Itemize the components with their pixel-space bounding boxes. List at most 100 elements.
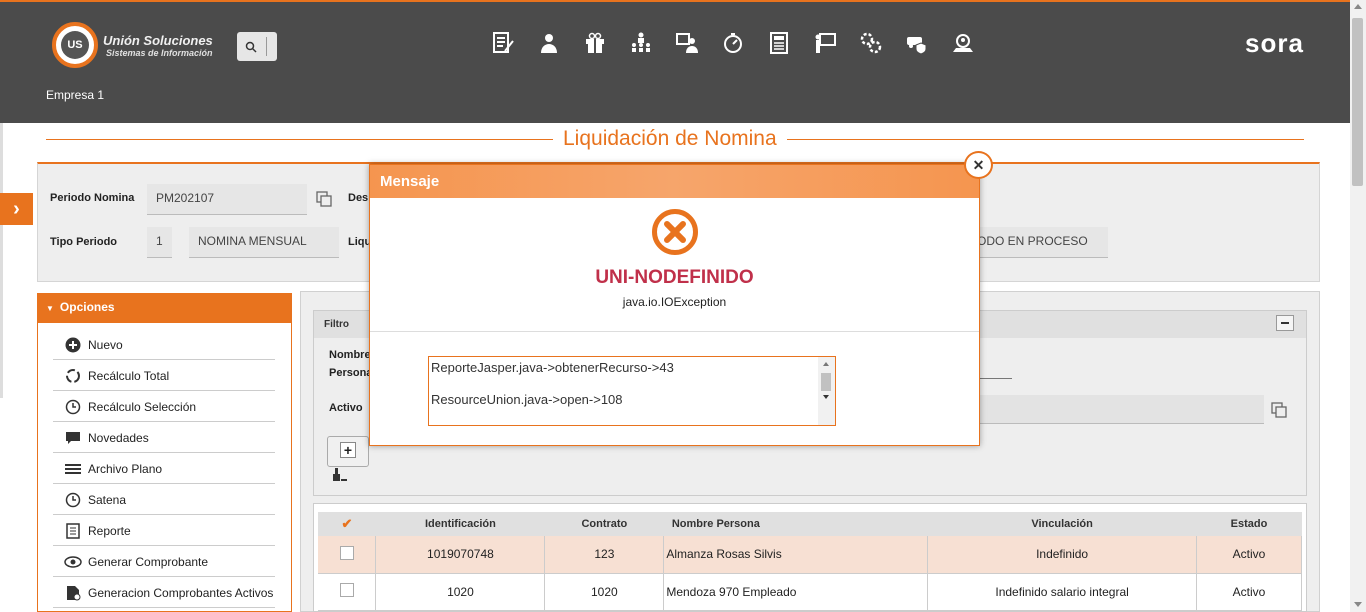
sidebar-toggle-button[interactable]: › [0, 193, 33, 225]
trace-line: ResourceUnion.java->open->108 [431, 392, 623, 407]
close-icon: ✕ [972, 156, 985, 173]
cell-nombre: Almanza Rosas Silvis [663, 536, 929, 574]
activo-select[interactable] [954, 395, 1264, 424]
cell-contrato: 1020 [544, 573, 665, 611]
modal-header: Mensaje [370, 165, 979, 198]
tipo-code-field[interactable]: 1 [147, 227, 172, 258]
error-code: UNI-NODEFINIDO [595, 267, 754, 288]
eye-icon [64, 553, 82, 571]
periodo-label: Periodo Nomina [50, 192, 135, 204]
tipo-periodo-label: Tipo Periodo [50, 236, 118, 248]
gift-icon[interactable] [580, 29, 609, 57]
cell-vinculacion: Indefinido salario integral [927, 573, 1198, 611]
error-modal: Mensaje UNI-NODEFINIDO java.io.IOExcepti… [369, 164, 980, 446]
timer-icon[interactable] [718, 29, 747, 57]
cell-nombre: Mendoza 970 Empleado [663, 573, 929, 611]
col-estado[interactable]: Estado [1196, 512, 1302, 536]
option-recalculo-total[interactable]: Recálculo Total [53, 361, 275, 391]
trace-scrollbar[interactable] [818, 357, 835, 425]
options-panel: ▼ Opciones Nuevo Recálculo Total Recálcul… [37, 293, 292, 612]
option-label: Reporte [88, 523, 131, 538]
sora-logo: sora [1245, 28, 1304, 58]
options-header-label: Opciones [59, 300, 115, 314]
filter-header-label: Filtro [324, 319, 349, 330]
lookup-icon[interactable] [1271, 402, 1287, 418]
option-novedades[interactable]: Novedades [53, 423, 275, 453]
scroll-up-arrow-icon[interactable] [1354, 4, 1362, 9]
periodo-field[interactable]: PM202107 [147, 184, 307, 215]
error-x-icon [652, 209, 698, 255]
cell-estado: Activo [1196, 536, 1302, 574]
clock-icon [64, 491, 82, 509]
table-header-row: ✔ Identificación Contrato Nombre Persona… [318, 512, 1302, 536]
cell-contrato: 123 [544, 536, 665, 574]
option-label: Generar Comprobante [88, 554, 209, 569]
option-reporte[interactable]: Reporte [53, 516, 275, 546]
refresh-icon [64, 367, 82, 385]
gears-icon[interactable] [856, 29, 885, 57]
results-table: ✔ Identificación Contrato Nombre Persona… [318, 512, 1302, 611]
document-gear-icon [64, 584, 82, 602]
close-modal-button[interactable]: ✕ [964, 151, 993, 179]
chevron-right-icon: › [13, 197, 20, 220]
module-menu [488, 29, 977, 57]
option-recalculo-seleccion[interactable]: Recálculo Selección [53, 392, 275, 422]
list-icon [64, 460, 82, 478]
option-nuevo[interactable]: Nuevo [53, 330, 275, 360]
plus-icon: + [340, 442, 356, 458]
option-generacion-comprobantes-activos[interactable]: Generacion Comprobantes Activos [53, 578, 275, 608]
option-label: Recálculo Selección [88, 399, 197, 414]
activo-label: Activo [329, 402, 363, 414]
nombre-label: Nombre [329, 349, 371, 361]
option-label: Archivo Plano [88, 461, 163, 476]
document-edit-icon[interactable] [488, 29, 517, 57]
scroll-down-arrow-icon[interactable] [1354, 602, 1362, 607]
option-satena[interactable]: Satena [53, 485, 275, 515]
col-identificacion[interactable]: Identificación [375, 512, 545, 536]
table-row[interactable]: 1019070748 123 Almanza Rosas Silvis Inde… [318, 536, 1302, 574]
table-row[interactable]: 1020 1020 Mendoza 970 Empleado Indefinid… [318, 573, 1302, 611]
col-nombre-persona[interactable]: Nombre Persona [663, 512, 928, 536]
select-all-check[interactable]: ✔ [318, 512, 376, 536]
report-icon [64, 522, 82, 540]
user-icon[interactable] [534, 29, 563, 57]
option-label: Nuevo [88, 337, 123, 352]
empresa-label[interactable]: Empresa 1 [46, 88, 104, 102]
row-checkbox[interactable] [318, 573, 377, 611]
comment-icon [64, 429, 82, 447]
option-label: Novedades [88, 430, 149, 445]
report-icon[interactable] [764, 29, 793, 57]
org-chart-icon[interactable] [626, 29, 655, 57]
col-vinculacion[interactable]: Vinculación [927, 512, 1197, 536]
option-generar-comprobante[interactable]: Generar Comprobante [53, 547, 275, 577]
cell-estado: Activo [1196, 573, 1302, 611]
lookup-icon[interactable] [316, 191, 332, 207]
collapse-button[interactable] [1276, 315, 1294, 331]
union-soluciones-logo[interactable]: US [52, 22, 98, 68]
descripcion-label: Des [348, 192, 369, 204]
row-checkbox[interactable] [318, 536, 377, 574]
caret-down-icon: ▼ [46, 304, 54, 313]
add-filter-button[interactable]: + [327, 436, 369, 467]
modal-divider [370, 331, 979, 332]
scrollbar-thumb[interactable] [1352, 18, 1363, 186]
filter-clear-icon[interactable] [333, 468, 347, 482]
presenter-icon[interactable] [810, 29, 839, 57]
option-archivo-plano[interactable]: Archivo Plano [53, 454, 275, 484]
search-icon [245, 41, 257, 53]
search-user-icon[interactable] [948, 29, 977, 57]
col-contrato[interactable]: Contrato [544, 512, 664, 536]
estado-field[interactable]: ODO EN PROCESO [968, 227, 1108, 258]
person-board-icon[interactable] [672, 29, 701, 57]
trace-line: ReporteJasper.java->obtenerRecurso->43 [431, 360, 674, 375]
brand-name: Unión Soluciones [103, 33, 213, 48]
cell-identificacion: 1019070748 [375, 536, 546, 574]
car-shield-icon[interactable] [902, 29, 931, 57]
top-header [0, 0, 1350, 123]
search-button[interactable] [237, 32, 277, 61]
tipo-value-field[interactable]: NOMINA MENSUAL [189, 227, 339, 258]
plus-circle-icon [64, 336, 82, 354]
stack-trace-textarea[interactable]: ReporteJasper.java->obtenerRecurso->43 R… [428, 356, 836, 426]
options-header[interactable]: ▼ Opciones [38, 294, 291, 323]
liquidacion-label: Liqu [348, 236, 372, 248]
